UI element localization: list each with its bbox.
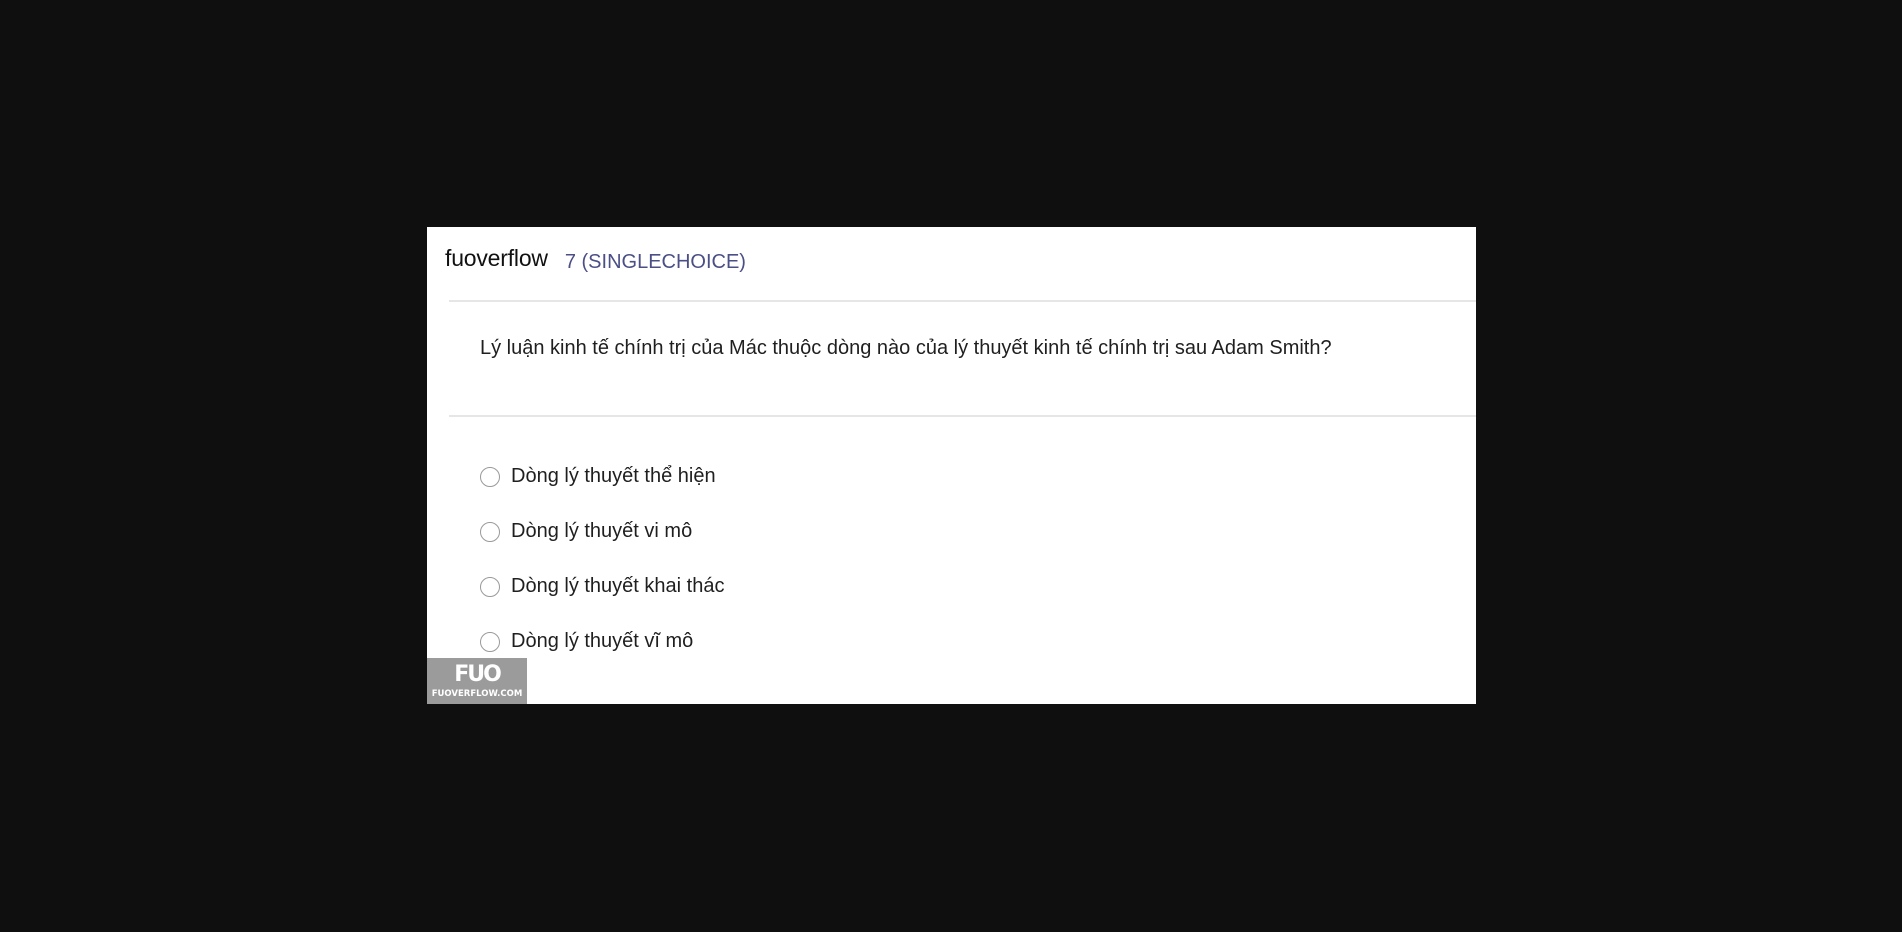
radio-button[interactable]: [480, 576, 500, 597]
watermark-logo: FUO FUOVERFLOW.COM: [427, 658, 527, 704]
question-number: 7 (SINGLECHOICE): [564, 251, 746, 273]
question-divider: [449, 415, 1476, 417]
radio-button[interactable]: [480, 466, 500, 487]
answer-options: Dòng lý thuyết thể hiện Dòng lý thuyết v…: [480, 449, 724, 669]
question-text: Lý luận kinh tế chính trị của Mác thuộc …: [480, 337, 1332, 359]
answer-option-3[interactable]: Dòng lý thuyết khai thác: [480, 559, 724, 614]
radio-button[interactable]: [480, 631, 500, 652]
answer-option-label: Dòng lý thuyết khai thác: [511, 575, 725, 597]
answer-option-1[interactable]: Dòng lý thuyết thể hiện: [480, 449, 724, 504]
question-card: fuoverflow 7 (SINGLECHOICE) Lý luận kinh…: [427, 227, 1476, 704]
brand-name: fuoverflow: [445, 245, 548, 271]
answer-option-label: Dòng lý thuyết vĩ mô: [511, 630, 694, 652]
header-divider: [449, 300, 1476, 302]
watermark-logo-text: FUO: [454, 661, 502, 687]
watermark-url: FUOVERFLOW.COM: [431, 688, 523, 699]
answer-option-label: Dòng lý thuyết thể hiện: [511, 465, 716, 487]
answer-option-label: Dòng lý thuyết vi mô: [511, 520, 693, 542]
card-header: fuoverflow 7 (SINGLECHOICE): [445, 245, 746, 285]
radio-button[interactable]: [480, 521, 500, 542]
answer-option-2[interactable]: Dòng lý thuyết vi mô: [480, 504, 724, 559]
